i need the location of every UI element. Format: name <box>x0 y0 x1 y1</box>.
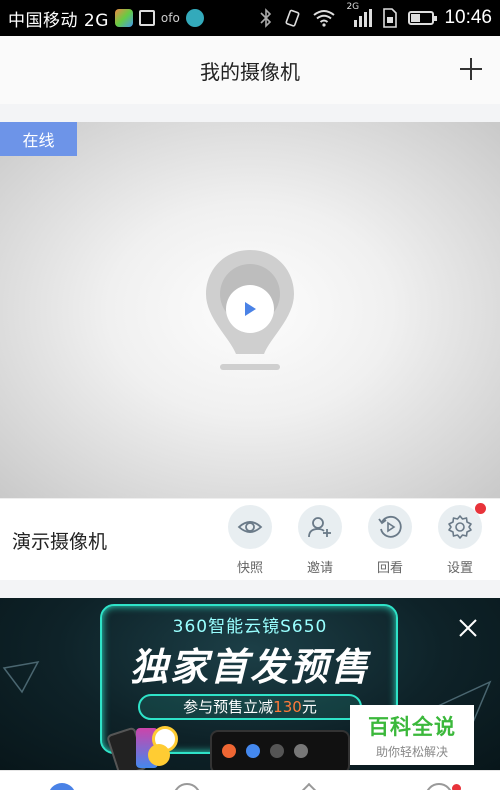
playback-icon <box>378 515 402 538</box>
watermark-main: 百科全说 <box>368 714 456 739</box>
ad-offer-amount: 130 <box>273 698 302 716</box>
app-header: 我的摄像机 <box>0 36 500 104</box>
gallery-icon <box>138 10 155 26</box>
plus-icon[interactable] <box>456 54 486 84</box>
profile-icon[interactable] <box>425 783 453 790</box>
home-icon[interactable] <box>48 783 76 790</box>
status-badge: 在线 <box>0 122 77 156</box>
camera-card: 在线 演示摄像机 快照 邀请 回看 设置 <box>0 122 500 580</box>
wifi-icon <box>313 10 336 27</box>
clock: 10:46 <box>444 7 492 28</box>
watermark-sub: 助你轻松解决 <box>375 744 448 759</box>
ad-offer-prefix: 参与预售立减 <box>183 698 274 716</box>
eye-icon <box>237 521 263 533</box>
bottom-nav <box>0 770 500 790</box>
paper-plane-decoration-left <box>2 660 40 694</box>
play-icon <box>245 302 256 316</box>
status-bar: 中国移动 2G ofo 2G 10:46 <box>0 0 500 36</box>
playback-label: 回看 <box>376 561 403 576</box>
sim-icon <box>383 8 398 28</box>
play-button[interactable] <box>226 285 274 333</box>
shop-icon[interactable] <box>294 782 324 790</box>
settings-label: 设置 <box>446 561 473 576</box>
ad-offer-suffix: 元 <box>301 698 317 716</box>
snapshot-circle <box>228 505 272 549</box>
profile-notification-dot <box>452 784 461 790</box>
carrier-label: 中国移动 2G <box>8 10 109 31</box>
invite-button[interactable]: 邀请 <box>298 505 342 576</box>
discover-icon[interactable] <box>173 783 201 790</box>
ad-product-name: 360智能云镜S650 <box>172 617 328 637</box>
gear-icon <box>448 515 472 539</box>
alipay-app-icon <box>114 9 133 27</box>
status-bar-right: 2G 10:46 <box>260 2 492 29</box>
settings-circle <box>438 503 486 549</box>
invite-circle <box>298 505 342 549</box>
ad-headline: 独家首发预售 <box>129 645 370 689</box>
close-icon[interactable] <box>458 618 478 638</box>
vibrate-icon <box>285 9 300 27</box>
ad-offer: 参与预售立减130元 <box>138 694 362 720</box>
playback-button[interactable]: 回看 <box>368 505 412 576</box>
playback-circle <box>368 505 412 549</box>
chinamobile-icon <box>185 9 204 27</box>
camera-actions: 快照 邀请 回看 设置 <box>228 503 486 576</box>
smart-mirror-image <box>210 730 350 770</box>
ad-product-images <box>105 726 350 770</box>
page-title: 我的摄像机 <box>200 59 300 84</box>
settings-notification-dot <box>475 503 486 514</box>
signal-icon: 2G <box>346 2 373 28</box>
settings-button[interactable]: 设置 <box>438 503 486 576</box>
invite-label: 邀请 <box>306 561 333 576</box>
smiley-decoration <box>148 744 170 766</box>
add-user-icon <box>308 517 331 538</box>
bluetooth-icon <box>260 8 272 28</box>
status-bar-left: 中国移动 2G ofo <box>8 6 204 31</box>
snapshot-button[interactable]: 快照 <box>228 505 272 576</box>
watermark-logo: 百科全说 助你轻松解决 <box>350 705 474 765</box>
camera-info-bar: 演示摄像机 快照 邀请 回看 设置 <box>0 498 500 580</box>
ofo-icon: ofo <box>160 11 180 25</box>
battery-icon <box>408 11 438 25</box>
camera-name: 演示摄像机 <box>12 531 108 553</box>
snapshot-label: 快照 <box>236 561 263 576</box>
